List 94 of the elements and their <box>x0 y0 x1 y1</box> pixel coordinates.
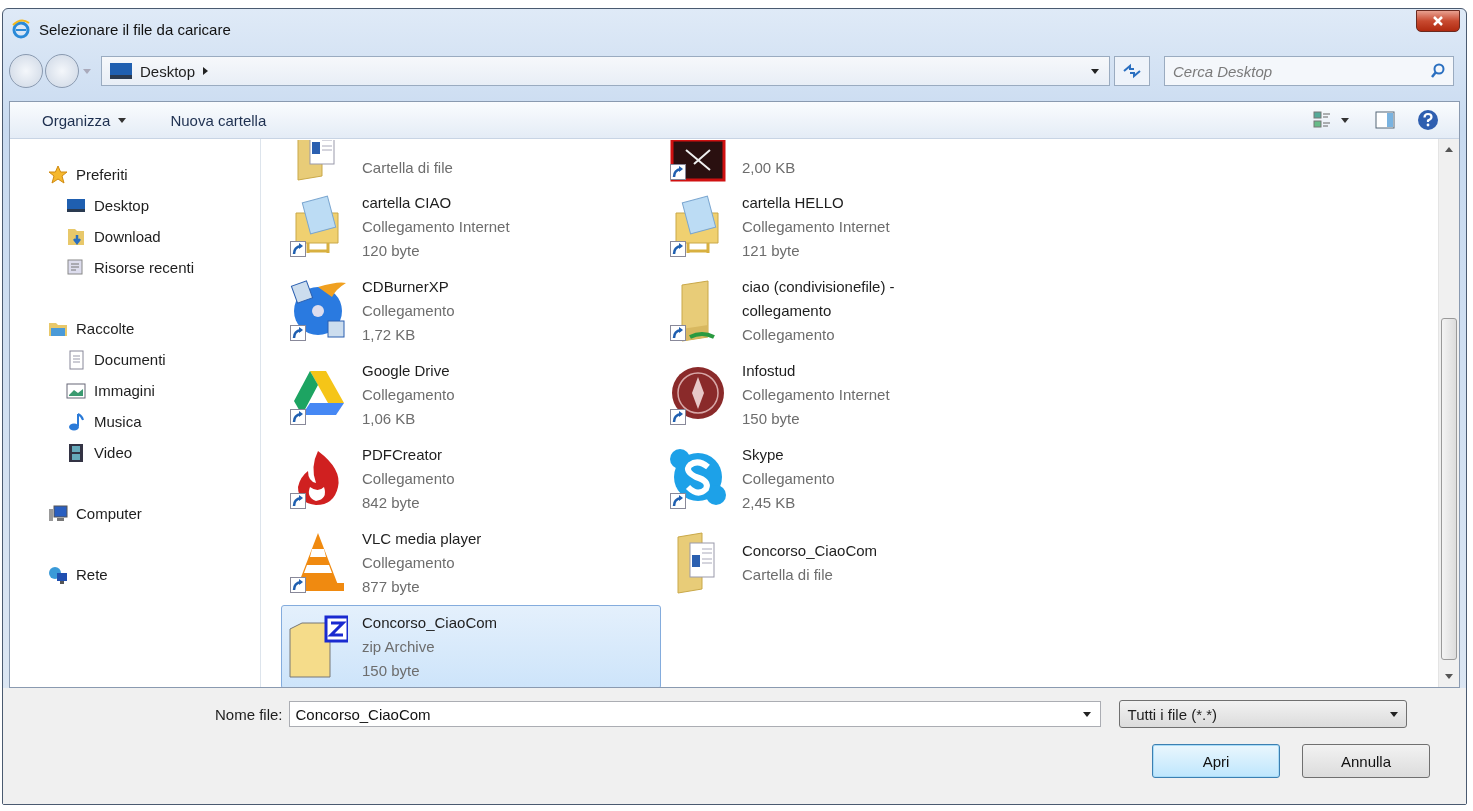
toolbar-button[interactable]: Nuova cartella <box>166 107 271 133</box>
file-detail: 2,00 KB <box>742 158 796 178</box>
sidebar-item[interactable]: Documenti <box>10 344 260 375</box>
file-detail: 1,06 KB <box>362 409 417 429</box>
sidebar-item[interactable]: Risorse recenti <box>10 252 260 283</box>
sidebar-item[interactable]: Musica <box>10 406 260 437</box>
document-icon <box>66 349 86 370</box>
file-detail: Collegamento Internet <box>362 217 510 237</box>
file-detail: 842 byte <box>362 493 421 513</box>
picture-icon <box>66 380 86 401</box>
recent-icon <box>66 257 86 278</box>
filename-field[interactable]: Concorso_CiaoCom <box>288 701 1101 727</box>
file-item[interactable]: Cartella di file <box>281 139 661 185</box>
file-detail: 2,45 KB <box>742 493 797 513</box>
app-icon <box>670 140 726 182</box>
browser-logo-icon <box>11 19 31 39</box>
close-icon <box>1432 15 1444 27</box>
file-name: Skype <box>742 445 785 465</box>
file-item[interactable]: CDBurnerXP Collegamento 1,72 KB <box>281 269 661 353</box>
file-detail: 150 byte <box>362 661 421 681</box>
file-item[interactable]: ciao (condivisionefile) - collegamento Collegamento <box>661 269 1041 353</box>
file-detail: zip Archive <box>362 637 436 657</box>
desktop-icon <box>110 63 132 79</box>
file-item[interactable]: Google Drive Collegamento 1,06 KB <box>281 353 661 437</box>
file-item[interactable]: PDFCreator Collegamento 842 byte <box>281 437 661 521</box>
refresh-button[interactable] <box>1114 56 1150 86</box>
file-detail: 121 byte <box>742 241 801 261</box>
file-detail: Collegamento <box>362 469 455 489</box>
caret-icon <box>1389 711 1398 717</box>
file-item[interactable]: Concorso_CiaoCom zip Archive 150 byte <box>281 605 661 687</box>
file-detail: Collegamento <box>362 553 456 573</box>
file-detail: 120 byte <box>362 241 421 261</box>
file-name: ciao (condivisionefile) - collegamento <box>742 277 896 321</box>
sidebar-item[interactable]: Immagini <box>10 375 260 406</box>
chevron-icon[interactable] <box>203 67 209 75</box>
file-name: Google Drive <box>362 361 451 381</box>
sidebar-item[interactable]: Raccolte <box>10 313 260 344</box>
file-detail: 877 byte <box>362 577 421 597</box>
file-name: CDBurnerXP <box>362 277 450 297</box>
file-item[interactable]: 2,00 KB <box>661 139 1041 185</box>
file-detail: Collegamento <box>742 325 836 345</box>
sidebar-item[interactable]: Preferiti <box>10 159 260 190</box>
caret-icon[interactable] <box>1082 712 1091 717</box>
scroll-down-icon[interactable] <box>1445 674 1453 679</box>
network-icon <box>48 564 68 585</box>
file-item[interactable]: Skype Collegamento 2,45 KB <box>661 437 1041 521</box>
address-bar[interactable]: Desktop <box>101 56 1110 86</box>
file-detail: 150 byte <box>742 409 801 429</box>
cancel-button[interactable]: Annulla <box>1302 744 1430 778</box>
file-item[interactable]: Infostud Collegamento Internet 150 byte <box>661 353 1041 437</box>
file-type-dropdown[interactable]: Tutti i file (*.*) <box>1118 700 1407 728</box>
file-name: Concorso_CiaoCom <box>362 613 498 633</box>
download-icon <box>66 226 86 247</box>
search-field[interactable]: Cerca Desktop <box>1164 56 1454 86</box>
search-icon <box>1430 63 1446 79</box>
sidebar-item[interactable]: Video <box>10 437 260 468</box>
sidebar-item[interactable]: Rete <box>10 559 260 590</box>
star-icon <box>48 164 68 185</box>
file-detail: Collegamento <box>362 301 455 321</box>
file-detail: Cartella di file <box>362 158 453 178</box>
file-name: cartella HELLO <box>742 193 845 213</box>
help-icon[interactable] <box>1417 109 1439 131</box>
sidebar-item[interactable]: Desktop <box>10 190 260 221</box>
music-icon <box>66 411 86 432</box>
computer-icon <box>48 503 68 524</box>
file-name: PDFCreator <box>362 445 444 465</box>
file-detail: Cartella di file <box>742 565 834 585</box>
breadcrumb-item[interactable]: Desktop <box>140 62 196 80</box>
file-item[interactable]: cartella CIAO Collegamento Internet 120 byte <box>281 185 661 269</box>
window-title: Selezionare il file da caricare <box>39 20 231 38</box>
scroll-up-icon[interactable] <box>1445 147 1453 152</box>
menu-button[interactable]: Organizza <box>38 107 131 133</box>
file-detail: 1,72 KB <box>362 325 417 345</box>
caret-icon[interactable] <box>1091 68 1099 74</box>
open-button[interactable]: Apri <box>1152 744 1280 778</box>
file-detail: Collegamento Internet <box>742 385 890 405</box>
video-icon <box>66 442 86 463</box>
file-name: Concorso_CiaoCom <box>742 541 878 561</box>
refresh-icon <box>1122 63 1142 79</box>
zip-folder-icon <box>288 615 348 679</box>
file-name: Infostud <box>742 361 797 381</box>
file-name: cartella CIAO <box>362 193 453 213</box>
file-item[interactable]: Concorso_CiaoCom Cartella di file <box>661 521 1041 605</box>
file-item[interactable]: VLC media player Collegamento 877 byte <box>281 521 661 605</box>
file-detail: Collegamento Internet <box>742 217 890 237</box>
sidebar-item[interactable]: Computer <box>10 498 260 529</box>
scrollbar[interactable] <box>1438 139 1459 687</box>
sidebar-item[interactable]: Download <box>10 221 260 252</box>
file-item[interactable]: cartella HELLO Collegamento Internet 121 byte <box>661 185 1041 269</box>
close-button[interactable] <box>1416 10 1460 32</box>
file-detail: Collegamento <box>742 469 835 489</box>
file-detail: Collegamento <box>362 385 455 405</box>
file-name: VLC media player <box>362 529 482 549</box>
filename-label: Nome file: <box>215 705 283 723</box>
